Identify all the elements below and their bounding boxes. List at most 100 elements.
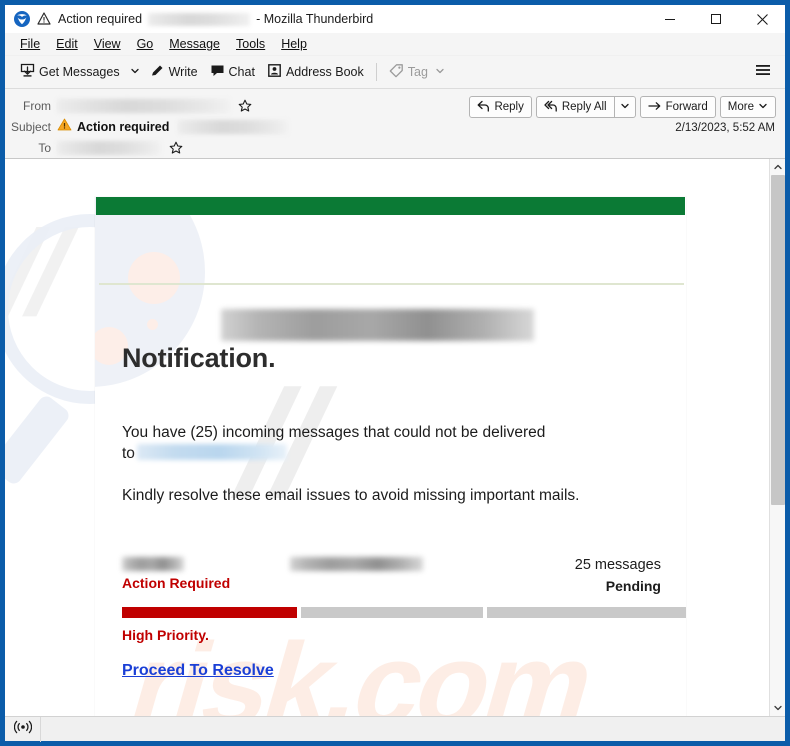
redacted-recipient-email <box>136 444 287 460</box>
menu-item-file[interactable]: File <box>12 35 48 53</box>
warning-triangle-icon <box>37 12 53 26</box>
reply-all-label: Reply All <box>561 101 607 113</box>
write-button[interactable]: Write <box>144 60 204 85</box>
reply-all-group: Reply All <box>535 96 636 118</box>
forward-arrow-icon <box>647 100 662 115</box>
tag-label: Tag <box>407 65 428 79</box>
subject-label: Subject <box>10 119 51 134</box>
pencil-icon <box>150 63 165 81</box>
mail-content-pane: // // risk.com Notification. You have (2… <box>5 159 769 716</box>
redacted-from-address <box>57 98 230 113</box>
reply-all-button[interactable]: Reply All <box>535 96 614 118</box>
message-date: 2/13/2023, 5:52 AM <box>675 122 775 134</box>
subject-text: Action required <box>77 119 170 134</box>
email-paragraph-2: Kindly resolve these email issues to avo… <box>122 487 580 504</box>
from-label: From <box>23 98 51 113</box>
redacted-title-sender <box>148 12 251 26</box>
scrollbar-track[interactable] <box>770 175 786 700</box>
email-paragraph-1-line1: You have (25) incoming messages that cou… <box>122 424 546 441</box>
progress-bar-segment-gray-2 <box>486 607 686 618</box>
reply-all-dropdown[interactable] <box>613 96 636 118</box>
forward-button[interactable]: Forward <box>639 96 716 118</box>
more-button[interactable]: More <box>719 96 776 118</box>
chat-label: Chat <box>228 65 255 79</box>
email-paragraph-1-line2: to <box>122 445 135 462</box>
menu-go-label: Go <box>136 37 154 51</box>
to-star-icon[interactable] <box>169 141 183 155</box>
window-title-suffix: - Mozilla Thunderbird <box>256 12 374 26</box>
scroll-down-button[interactable] <box>770 700 786 716</box>
menu-tools-label: Tools <box>236 37 266 51</box>
more-label: More <box>727 101 754 113</box>
message-header: From Subject Action required To Reply Re… <box>5 89 785 159</box>
window-title: Action required - Mozilla Thunderbird <box>58 12 373 26</box>
magnifier-handle-icon <box>5 393 72 487</box>
app-menu-button[interactable] <box>751 61 775 84</box>
watermark-background: // <box>5 206 81 340</box>
header-row-subject: Subject Action required <box>5 116 785 137</box>
toolbar-separator <box>375 63 377 81</box>
action-required-label: Action Required <box>122 575 231 591</box>
email-paragraph-1: You have (25) incoming messages that cou… <box>122 422 642 464</box>
menu-item-edit[interactable]: Edit <box>48 35 86 53</box>
email-status-row: Action Required 25 messages Pending <box>122 557 661 595</box>
progress-bar-group <box>122 607 686 618</box>
menu-bar: File Edit View Go Message Tools Help <box>5 33 785 56</box>
title-bar: Action required - Mozilla Thunderbird <box>5 5 785 33</box>
menu-view-label: View <box>93 37 121 51</box>
message-action-buttons: Reply Reply All Forward More <box>469 96 776 118</box>
redacted-status-middle-label <box>289 557 423 571</box>
chevron-down-icon <box>435 65 445 79</box>
high-priority-label: High Priority. <box>122 627 209 643</box>
scroll-up-button[interactable] <box>770 159 786 175</box>
email-card-content: Notification. You have (25) incoming mes… <box>95 197 686 716</box>
warning-triangle-icon <box>57 118 72 136</box>
get-messages-button[interactable]: Get Messages <box>14 60 126 85</box>
get-messages-label: Get Messages <box>39 65 120 79</box>
minimize-button[interactable] <box>647 5 693 33</box>
chat-button[interactable]: Chat <box>204 60 261 85</box>
connection-status-cell[interactable] <box>5 716 41 742</box>
thunderbird-logo-icon <box>13 10 31 28</box>
email-card: // risk.com Notification. You have (25) … <box>95 197 686 716</box>
status-col-left: Action Required <box>122 557 230 592</box>
get-messages-dropdown[interactable] <box>126 60 144 85</box>
progress-bar-segment-gray-1 <box>301 607 483 618</box>
hamburger-menu-icon <box>755 63 771 82</box>
from-star-icon[interactable] <box>238 99 252 113</box>
chevron-down-icon <box>130 63 140 81</box>
write-label: Write <box>168 65 198 79</box>
header-row-to: To <box>5 137 785 158</box>
menu-item-help[interactable]: Help <box>273 35 315 53</box>
menu-item-go[interactable]: Go <box>129 35 162 53</box>
redacted-brand-logo <box>221 309 534 341</box>
to-label: To <box>38 140 51 155</box>
pending-label: Pending <box>605 578 661 594</box>
proceed-to-resolve-link[interactable]: Proceed To Resolve <box>122 662 274 680</box>
broadcast-signal-icon <box>13 720 32 739</box>
email-heading: Notification. <box>122 343 276 373</box>
menu-edit-label: Edit <box>56 37 78 51</box>
maximize-button[interactable] <box>693 5 739 33</box>
contact-card-icon <box>267 63 282 81</box>
menu-item-tools[interactable]: Tools <box>228 35 273 53</box>
message-count-label: 25 messages <box>574 557 661 573</box>
forward-label: Forward <box>665 101 708 113</box>
main-toolbar: Get Messages Write Chat Address Book Tag <box>5 56 785 89</box>
redacted-subject-tail <box>178 119 289 134</box>
reply-label: Reply <box>494 101 524 113</box>
menu-item-view[interactable]: View <box>86 35 129 53</box>
status-col-middle <box>289 557 423 571</box>
status-bar-filler <box>41 717 785 742</box>
address-book-button[interactable]: Address Book <box>261 60 370 85</box>
tag-button[interactable]: Tag <box>383 60 451 85</box>
scrollbar-thumb[interactable] <box>770 175 785 505</box>
message-body-area: // // risk.com Notification. You have (2… <box>5 159 785 716</box>
menu-message-label: Message <box>169 37 220 51</box>
reply-button[interactable]: Reply <box>469 96 532 118</box>
close-button[interactable] <box>739 5 785 33</box>
vertical-scrollbar[interactable] <box>769 159 785 716</box>
redacted-to-address <box>57 140 161 155</box>
menu-item-message[interactable]: Message <box>161 35 228 53</box>
redacted-status-left-label <box>122 557 184 571</box>
